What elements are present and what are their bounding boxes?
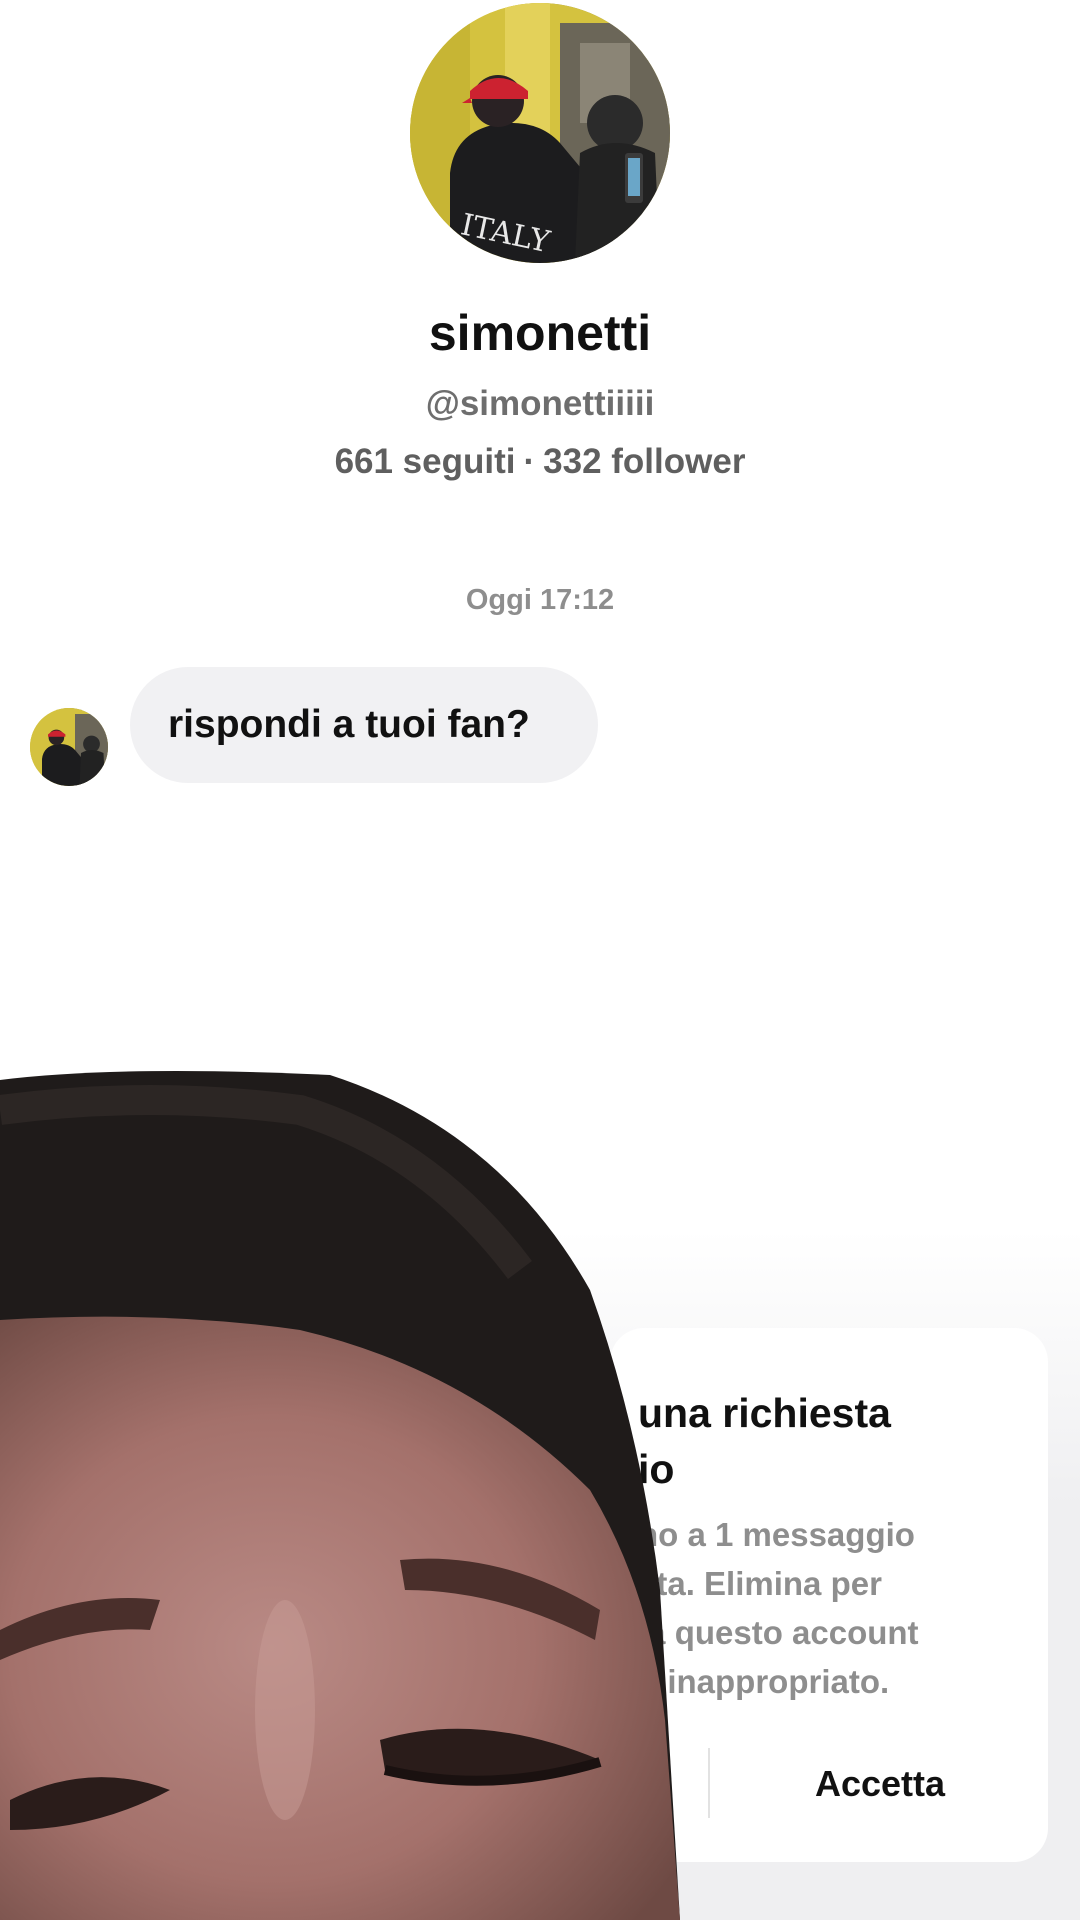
sender-avatar[interactable] (30, 708, 108, 786)
following-count: 661 seguiti (334, 442, 516, 481)
request-description-line: sta. Elimina per (638, 1565, 882, 1602)
button-divider (708, 1748, 710, 1818)
chat-screen: ITALY simonetti @simonettiiiii 661 segui… (0, 0, 1080, 1920)
profile-handle: @simonettiiiii (425, 384, 655, 423)
followers-count: 332 follower (543, 442, 746, 481)
profile-avatar[interactable]: ITALY (410, 3, 670, 263)
stats-separator: · (523, 442, 536, 481)
profile-stats: 661 seguiti · 332 follower (0, 442, 1080, 482)
request-description: no a 1 messaggio sta. Elimina per ia que… (638, 1510, 1038, 1706)
profile-display-name: simonetti (428, 305, 652, 361)
request-title: una richiesta io (638, 1385, 1038, 1497)
message-text: rispondi a tuoi fan? (168, 703, 530, 746)
message-bubble[interactable]: rispondi a tuoi fan? (130, 667, 598, 783)
message-timestamp: Oggi 17:12 (465, 584, 615, 616)
camera-overlay (0, 1070, 680, 1920)
request-description-line: o inappropriato. (638, 1663, 890, 1700)
accept-button[interactable]: Accetta (770, 1752, 990, 1816)
request-description-line: no a 1 messaggio (638, 1516, 915, 1553)
request-title-line: una richiesta (638, 1390, 891, 1436)
request-title-line: io (638, 1446, 675, 1492)
request-description-line: ia questo account (638, 1614, 919, 1651)
